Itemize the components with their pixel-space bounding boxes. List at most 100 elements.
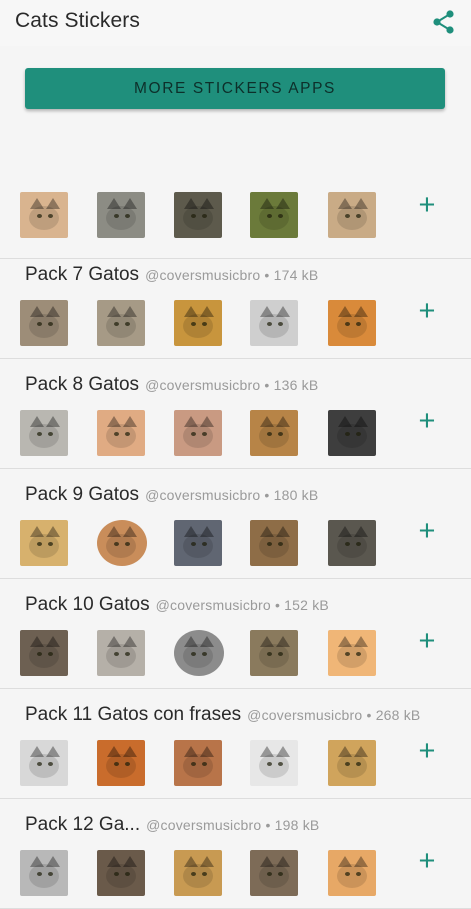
cat-eye-shape [202,432,207,436]
sticker-thumbnail-cat[interactable] [97,192,145,238]
sticker-thumbnail-cat[interactable] [328,740,376,786]
add-to-whatsapp-icon[interactable]: + [410,294,444,328]
cat-face-shape [183,314,213,338]
cat-eye-shape [278,322,283,326]
sticker-thumbnail-cat[interactable] [20,192,68,238]
cat-face-shape [259,864,289,888]
sticker-pack-row[interactable]: Pack 8 Gatos @coversmusicbro • 136 kB + [0,358,471,469]
cat-eye-shape [191,542,196,546]
sticker-thumbnail-cat[interactable] [174,192,222,238]
sticker-thumbnail-cat[interactable] [97,300,145,346]
cat-eye-shape [202,762,207,766]
sticker-pack-row[interactable]: + [0,148,471,259]
sticker-thumbnail-cat[interactable] [174,520,222,566]
cat-eye-shape [125,432,130,436]
sticker-pack-row[interactable]: Pack 9 Gatos @coversmusicbro • 180 kB + [0,468,471,579]
sticker-thumbnail-cat[interactable] [174,300,222,346]
cat-eye-shape [48,872,53,876]
sticker-pack-row[interactable]: Pack 11 Gatos con frases @coversmusicbro … [0,688,471,799]
sticker-thumbnails [0,578,400,688]
cat-face-shape [183,534,213,558]
cat-eye-shape [191,652,196,656]
sticker-thumbnail-cat[interactable] [250,410,298,456]
cat-face-shape [259,754,289,778]
cat-face-shape [29,864,59,888]
cat-eye-shape [191,214,196,218]
sticker-thumbnail-cat[interactable] [250,740,298,786]
sticker-thumbnail-cat[interactable] [328,630,376,676]
add-to-whatsapp-icon[interactable]: + [410,624,444,658]
cat-eye-shape [114,322,119,326]
cat-eye-shape [356,214,361,218]
cat-eye-shape [345,432,350,436]
cat-eye-shape [345,872,350,876]
sticker-thumbnail-cat[interactable] [250,520,298,566]
cat-eye-shape [125,762,130,766]
sticker-thumbnail-cat[interactable] [20,850,68,896]
cat-face-shape [106,206,136,230]
cat-eye-shape [37,652,42,656]
add-to-whatsapp-icon[interactable]: + [410,844,444,878]
sticker-thumbnail-cat[interactable] [97,850,145,896]
cat-eye-shape [202,872,207,876]
sticker-thumbnail-cat[interactable] [20,410,68,456]
cat-eye-shape [191,872,196,876]
cat-face-shape [337,754,367,778]
sticker-thumbnail-cat[interactable] [20,520,68,566]
cat-eye-shape [191,432,196,436]
cat-eye-shape [278,214,283,218]
add-to-whatsapp-icon[interactable]: + [410,404,444,438]
cat-face-shape [106,644,136,668]
cat-eye-shape [356,762,361,766]
cat-face-shape [106,314,136,338]
sticker-thumbnail-cat[interactable] [328,410,376,456]
sticker-thumbnail-cat[interactable] [20,300,68,346]
sticker-thumbnail-cat[interactable] [174,850,222,896]
cat-face-shape [29,534,59,558]
sticker-pack-row[interactable]: Pack 10 Gatos @coversmusicbro • 152 kB + [0,578,471,689]
cat-face-shape [183,424,213,448]
sticker-thumbnail-cat[interactable] [174,630,224,676]
cat-face-shape [337,314,367,338]
cat-face-shape [183,644,213,668]
cat-face-shape [337,864,367,888]
cat-eye-shape [125,214,130,218]
cat-eye-shape [267,872,272,876]
sticker-thumbnail-cat[interactable] [328,520,376,566]
cat-face-shape [259,534,289,558]
add-to-whatsapp-icon[interactable]: + [410,188,444,222]
sticker-thumbnail-cat[interactable] [250,192,298,238]
add-to-whatsapp-icon[interactable]: + [410,514,444,548]
sticker-thumbnail-cat[interactable] [328,850,376,896]
sticker-thumbnail-cat[interactable] [250,300,298,346]
sticker-thumbnail-cat[interactable] [250,850,298,896]
sticker-thumbnail-cat[interactable] [97,740,145,786]
cat-eye-shape [345,542,350,546]
cat-eye-shape [37,432,42,436]
sticker-thumbnail-cat[interactable] [328,192,376,238]
add-to-whatsapp-icon[interactable]: + [410,734,444,768]
sticker-thumbnail-cat[interactable] [20,740,68,786]
sticker-pack-row[interactable]: Pack 7 Gatos @coversmusicbro • 174 kB + [0,248,471,359]
cat-face-shape [29,424,59,448]
cat-eye-shape [267,542,272,546]
sticker-thumbnail-cat[interactable] [97,520,147,566]
cat-eye-shape [345,214,350,218]
cat-eye-shape [37,872,42,876]
sticker-thumbnail-cat[interactable] [174,410,222,456]
cat-face-shape [106,864,136,888]
sticker-thumbnail-cat[interactable] [20,630,68,676]
sticker-thumbnail-cat[interactable] [174,740,222,786]
more-stickers-apps-button[interactable]: MORE STICKERS APPS [25,68,445,109]
sticker-pack-row[interactable]: Pack 12 Ga... @coversmusicbro • 198 kB + [0,798,471,909]
sticker-thumbnail-cat[interactable] [328,300,376,346]
sticker-thumbnail-cat[interactable] [97,630,145,676]
sticker-thumbnail-cat[interactable] [97,410,145,456]
cat-eye-shape [278,542,283,546]
sticker-thumbnail-cat[interactable] [250,630,298,676]
share-icon[interactable] [430,8,458,36]
cat-eye-shape [267,322,272,326]
cat-eye-shape [267,214,272,218]
cat-eye-shape [48,762,53,766]
sticker-thumbnails [0,248,400,358]
